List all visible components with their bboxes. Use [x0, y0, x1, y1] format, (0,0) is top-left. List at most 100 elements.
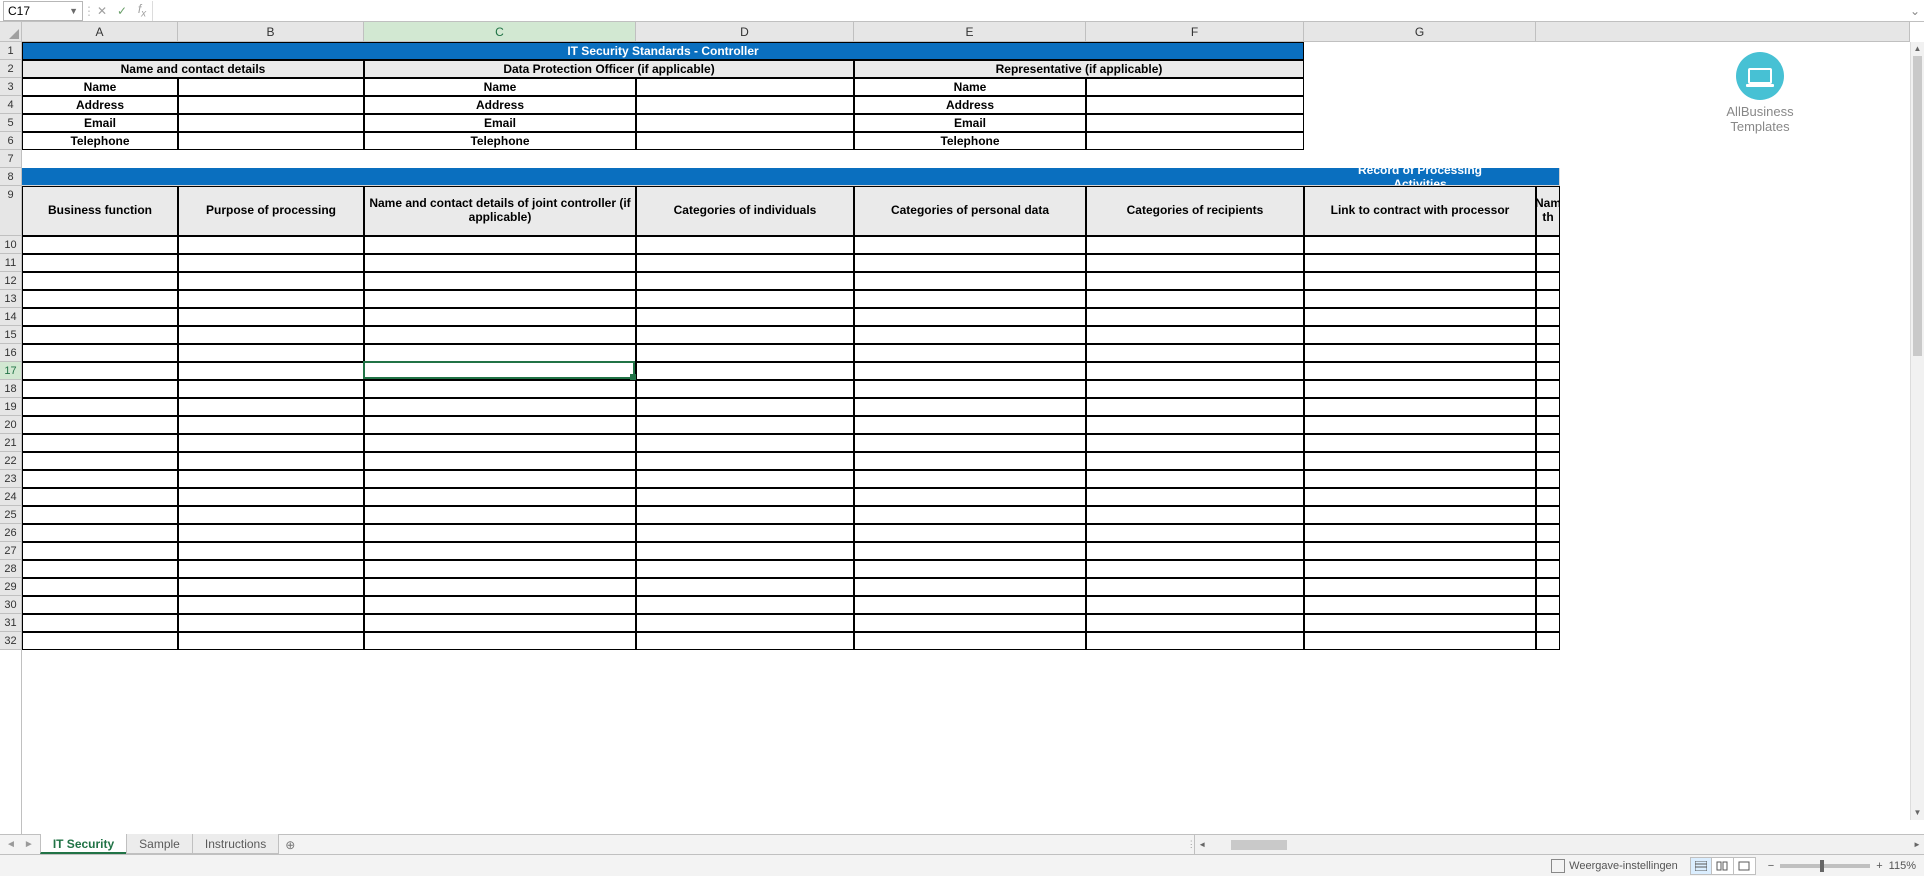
- tab-split-handle[interactable]: ⋮: [1187, 835, 1195, 854]
- cell[interactable]: [1086, 614, 1304, 632]
- cell[interactable]: [1536, 470, 1560, 488]
- cell[interactable]: [22, 452, 178, 470]
- cell[interactable]: [636, 236, 854, 254]
- cell[interactable]: [1086, 524, 1304, 542]
- cell[interactable]: [178, 578, 364, 596]
- cell[interactable]: [1304, 524, 1536, 542]
- cell[interactable]: [1304, 362, 1536, 380]
- cell[interactable]: [1086, 416, 1304, 434]
- cell[interactable]: Address: [22, 96, 178, 114]
- scroll-left-icon[interactable]: ◄: [1195, 840, 1209, 849]
- cell[interactable]: [636, 132, 854, 150]
- cell[interactable]: [1304, 452, 1536, 470]
- cell[interactable]: Telephone: [854, 132, 1086, 150]
- cell[interactable]: [854, 506, 1086, 524]
- column-header[interactable]: C: [364, 22, 636, 41]
- cell[interactable]: [178, 290, 364, 308]
- cell[interactable]: [636, 398, 854, 416]
- scroll-up-icon[interactable]: ▲: [1911, 42, 1924, 56]
- cell[interactable]: [854, 578, 1086, 596]
- cell[interactable]: [854, 542, 1086, 560]
- cell[interactable]: [636, 308, 854, 326]
- horizontal-scrollbar[interactable]: ⋮ ◄ ►: [1194, 835, 1924, 854]
- cell[interactable]: [636, 542, 854, 560]
- cell[interactable]: [22, 254, 178, 272]
- cell[interactable]: [22, 560, 178, 578]
- cell[interactable]: [178, 78, 364, 96]
- cell[interactable]: [636, 488, 854, 506]
- cell[interactable]: [1304, 560, 1536, 578]
- cell[interactable]: [1536, 524, 1560, 542]
- cell[interactable]: [854, 308, 1086, 326]
- cell[interactable]: [636, 452, 854, 470]
- cell[interactable]: [636, 254, 854, 272]
- cell[interactable]: [1086, 434, 1304, 452]
- cell[interactable]: [854, 150, 1086, 168]
- cell[interactable]: [636, 272, 854, 290]
- cell[interactable]: [364, 596, 636, 614]
- cell[interactable]: [22, 542, 178, 560]
- cell[interactable]: [636, 596, 854, 614]
- cell[interactable]: [22, 506, 178, 524]
- row-header[interactable]: 27: [0, 542, 21, 560]
- cell[interactable]: [178, 132, 364, 150]
- cell[interactable]: [854, 254, 1086, 272]
- cell[interactable]: [178, 596, 364, 614]
- cell[interactable]: [854, 290, 1086, 308]
- cell[interactable]: [854, 380, 1086, 398]
- cell[interactable]: [636, 96, 854, 114]
- cell[interactable]: [22, 344, 178, 362]
- cell[interactable]: Email: [364, 114, 636, 132]
- cell[interactable]: [1304, 150, 1536, 168]
- cell[interactable]: [178, 236, 364, 254]
- cell[interactable]: [178, 488, 364, 506]
- cell[interactable]: [364, 506, 636, 524]
- cell[interactable]: [1304, 578, 1536, 596]
- row-header[interactable]: 3: [0, 78, 21, 96]
- cell[interactable]: [178, 114, 364, 132]
- cell[interactable]: [1536, 434, 1560, 452]
- cell[interactable]: [22, 326, 178, 344]
- cell[interactable]: [636, 506, 854, 524]
- cell[interactable]: [22, 578, 178, 596]
- cell[interactable]: [1086, 236, 1304, 254]
- cell[interactable]: [1086, 488, 1304, 506]
- cell[interactable]: Address: [854, 96, 1086, 114]
- cell[interactable]: [854, 362, 1086, 380]
- cell[interactable]: [22, 308, 178, 326]
- cell[interactable]: [854, 434, 1086, 452]
- scroll-down-icon[interactable]: ▼: [1911, 806, 1924, 820]
- cell[interactable]: [364, 452, 636, 470]
- row-header[interactable]: 10: [0, 236, 21, 254]
- cell[interactable]: [364, 362, 636, 380]
- sheet-tab[interactable]: Sample: [126, 834, 193, 854]
- row-header[interactable]: 20: [0, 416, 21, 434]
- cell[interactable]: [178, 506, 364, 524]
- cell[interactable]: [1536, 614, 1560, 632]
- cell[interactable]: [1536, 308, 1560, 326]
- cell[interactable]: [1304, 290, 1536, 308]
- cell[interactable]: [364, 308, 636, 326]
- sheet-tab[interactable]: Instructions: [192, 834, 279, 854]
- cell[interactable]: [22, 596, 178, 614]
- cell[interactable]: [364, 560, 636, 578]
- cell[interactable]: [854, 326, 1086, 344]
- cell[interactable]: [1536, 254, 1560, 272]
- cell[interactable]: Data Protection Officer (if applicable): [364, 60, 854, 78]
- cell[interactable]: [1536, 380, 1560, 398]
- view-page-layout-button[interactable]: [1712, 857, 1734, 875]
- cell[interactable]: [1304, 380, 1536, 398]
- cell[interactable]: [854, 272, 1086, 290]
- cell[interactable]: Email: [22, 114, 178, 132]
- enter-icon[interactable]: ✓: [112, 1, 132, 21]
- cell[interactable]: [1304, 632, 1536, 650]
- cell[interactable]: [178, 416, 364, 434]
- cell[interactable]: [1304, 42, 1536, 60]
- cell[interactable]: [1304, 308, 1536, 326]
- cell[interactable]: [1536, 272, 1560, 290]
- row-header[interactable]: 15: [0, 326, 21, 344]
- cell[interactable]: [1086, 326, 1304, 344]
- cell[interactable]: [364, 380, 636, 398]
- row-header[interactable]: 32: [0, 632, 21, 650]
- cell[interactable]: [22, 236, 178, 254]
